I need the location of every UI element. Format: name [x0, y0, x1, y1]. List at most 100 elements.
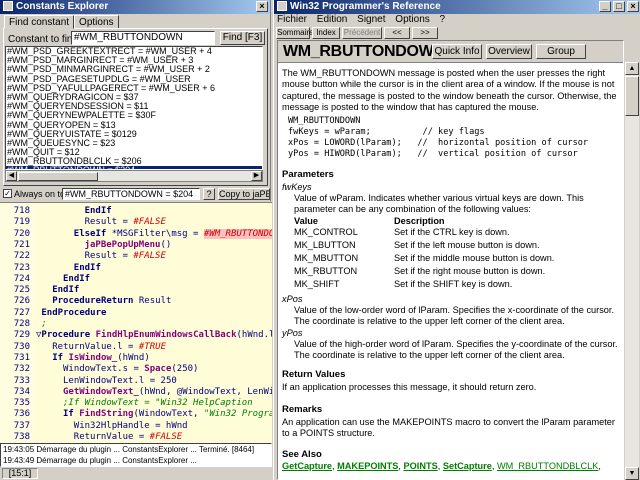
- table-row: MK_CONTROL Set if the CTRL key is down.: [294, 227, 510, 237]
- cursor-position: [15:1]: [2, 468, 38, 479]
- code-line[interactable]: EndIf: [63, 273, 90, 285]
- tab-find-constant[interactable]: Find constant: [4, 15, 75, 29]
- code-line[interactable]: If IsWindow_(hWnd): [52, 352, 150, 364]
- menu-edition[interactable]: Edition: [317, 14, 348, 26]
- constants-list[interactable]: #WM_PSD_GREEKTEXTRECT = #WM_USER + 4 #WM_…: [5, 46, 263, 170]
- menu-fichier[interactable]: Fichier: [277, 14, 307, 26]
- vertical-scrollbar[interactable]: ▲ ▼: [625, 62, 639, 480]
- code-token: (hWnd): [117, 352, 150, 363]
- link-wm-rbuttondblclk[interactable]: WM_RBUTTONDBLCLK: [497, 461, 598, 471]
- close-icon[interactable]: ×: [627, 1, 639, 12]
- link-getcapture[interactable]: GetCapture: [282, 461, 332, 471]
- code-token: jaPBePopUpMenu: [84, 239, 161, 250]
- code-token: #FALSE: [149, 432, 183, 442]
- code-token: Result: [138, 296, 172, 307]
- precedent-button[interactable]: Précédent: [342, 27, 382, 39]
- copy-to-japbe-button[interactable]: Copy to jaPBe: [218, 188, 270, 200]
- line-number: 725: [13, 285, 30, 296]
- constants-explorer-titlebar[interactable]: Constants Explorer ×: [0, 0, 270, 14]
- return-heading: Return Values: [282, 369, 346, 380]
- browse-back-button[interactable]: <<: [384, 27, 410, 39]
- code-line[interactable]: EndProcedure: [41, 307, 106, 319]
- code-line[interactable]: WindowText.s = Space(250): [63, 363, 198, 375]
- code-token: *MSGFilter\msg =: [111, 228, 204, 239]
- scroll-down-icon[interactable]: ▼: [625, 467, 639, 480]
- code-token: "Win32 Programme: [203, 409, 272, 420]
- code-token: ElseIf: [73, 228, 112, 239]
- code-line[interactable]: jaPBePopUpMenu(): [85, 239, 172, 251]
- help-button[interactable]: ?: [203, 188, 215, 200]
- scroll-thumb[interactable]: [625, 76, 639, 116]
- code-line[interactable]: LenWindowText.l = 250: [63, 375, 177, 387]
- param-ypos-name: yPos: [282, 328, 303, 338]
- parameters-heading: Parameters: [282, 169, 334, 180]
- code-token: ProcedureReturn: [52, 296, 139, 307]
- code-area[interactable]: EndIf Result = #FALSE ElseIf *MSGFilter\ms…: [34, 203, 272, 443]
- quick-info-button[interactable]: Quick Info: [432, 44, 482, 59]
- link-setcapture[interactable]: SetCapture: [443, 461, 492, 471]
- code-token: EndIf: [73, 262, 101, 273]
- menu-help[interactable]: ?: [440, 14, 446, 26]
- scroll-right-icon[interactable]: ▶: [251, 171, 262, 181]
- maximize-icon[interactable]: □: [613, 1, 625, 12]
- code-token: Win32HlpHandle = hWnd: [73, 420, 188, 431]
- sommaire-button[interactable]: Sommaire: [276, 27, 313, 39]
- code-line[interactable]: GetWindowText_(hWnd, @WindowText, LenWin…: [63, 386, 272, 398]
- menu-signet[interactable]: Signet: [357, 14, 385, 26]
- code-line[interactable]: EndIf: [85, 205, 112, 217]
- line-number: 738: [13, 432, 30, 442]
- menu-options[interactable]: Options: [395, 14, 429, 26]
- return-text: If an application processes this message…: [282, 382, 537, 392]
- code-line[interactable]: ReturnValue.l = #TRUE: [52, 341, 166, 353]
- line-number: 732: [13, 364, 30, 375]
- tab-options[interactable]: Options: [74, 15, 119, 29]
- group-button[interactable]: Group: [536, 44, 586, 59]
- scroll-up-icon[interactable]: ▲: [625, 62, 639, 75]
- code-line: yPos = HIWORD(lParam); // vertical posit…: [288, 149, 578, 159]
- remarks-heading: Remarks: [282, 404, 323, 415]
- param-fwkeys-desc: Value of wParam. Indicates whether vario…: [294, 193, 584, 215]
- code-token: EndProcedure: [41, 307, 107, 318]
- code-line[interactable]: Result = #FALSE: [85, 250, 166, 262]
- find-button[interactable]: Find [F3]: [220, 31, 265, 45]
- link-points[interactable]: POINTS: [404, 461, 438, 471]
- selected-constant-field[interactable]: #WM_RBUTTONDOWN = $204: [62, 188, 200, 200]
- code-line[interactable]: ▽Procedure FindHlpEnumWindowsCallBack(hW…: [36, 329, 272, 341]
- code-line[interactable]: EndIf: [74, 262, 101, 274]
- code-token: IsWindow_: [68, 352, 118, 363]
- code-token: #FALSE: [133, 217, 166, 228]
- app-icon: [3, 1, 13, 11]
- code-line[interactable]: Win32HlpHandle = hWnd: [74, 420, 188, 432]
- minimize-icon[interactable]: _: [599, 1, 611, 12]
- topic-title: WM_RBUTTONDOWN: [283, 43, 445, 60]
- line-number: 735: [13, 398, 30, 409]
- code-line[interactable]: Result = #FALSE: [85, 216, 166, 228]
- code-token: #FALSE: [133, 251, 166, 262]
- param-ypos-desc: Value of the high-order word of lParam. …: [294, 339, 618, 361]
- code-editor[interactable]: 718 719 720 721 722 723 724 725 726 727 728 729 730 7…: [0, 202, 272, 443]
- code-line[interactable]: ElseIf *MSGFilter\msg = #WM_RBUTTONDOWN: [74, 228, 272, 240]
- table-row: MK_LBUTTON Set if the left mouse button i…: [294, 240, 540, 250]
- code-token: (hWnd.l, 1: [236, 330, 273, 341]
- code-line[interactable]: EndIf: [52, 284, 79, 296]
- code-line[interactable]: ProcedureReturn Result: [52, 295, 171, 307]
- code-line[interactable]: ReturnValue = #FALSE: [74, 431, 182, 443]
- find-input[interactable]: #WM_RBUTTONDOWN: [71, 31, 215, 45]
- horizontal-scrollbar[interactable]: ◀ ▶: [5, 170, 263, 182]
- reference-titlebar[interactable]: Win32 Programmer's Reference _ □ ×: [274, 0, 640, 14]
- code-line[interactable]: ;If WindowText = "Win32 HelpCaption: [63, 397, 253, 409]
- line-number: 724: [13, 273, 30, 284]
- close-icon[interactable]: ×: [256, 1, 268, 12]
- index-button[interactable]: Index: [312, 27, 340, 39]
- always-on-top-checkbox[interactable]: ✓: [3, 189, 12, 198]
- overview-button[interactable]: Overview: [486, 44, 532, 59]
- code-line[interactable]: ;: [41, 318, 46, 330]
- intro-text: The WM_RBUTTONDOWN message is posted whe…: [282, 68, 617, 113]
- scroll-left-icon[interactable]: ◀: [6, 171, 17, 181]
- code-line: xPos = LOWORD(lParam); // horizontal pos…: [288, 138, 589, 148]
- scroll-thumb[interactable]: [18, 172, 98, 181]
- code-token: #WM_RBUTTONDOWN: [203, 228, 272, 239]
- browse-forward-button[interactable]: >>: [412, 27, 438, 39]
- code-line[interactable]: If FindString(WindowText, "Win32 Program…: [63, 408, 272, 420]
- link-makepoints[interactable]: MAKEPOINTS: [337, 461, 398, 471]
